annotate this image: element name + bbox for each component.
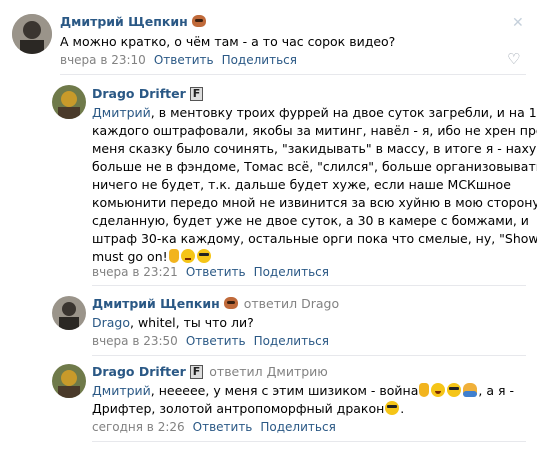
author-name[interactable]: Дмитрий Щепкин [60, 14, 188, 29]
comment-line: сделанную, будет уже не двое суток, а 30… [92, 213, 529, 228]
comment-time[interactable]: сегодня в 2:26 [92, 420, 185, 434]
comment-meta: сегодня в 2:26 Ответить Поделиться [92, 420, 336, 434]
laughing-emoji-icon [431, 383, 446, 397]
hand-emoji-icon [419, 383, 430, 397]
comment-line: каждого оштрафовали, якобы за митинг, на… [92, 123, 537, 138]
smirk-emoji-icon [180, 249, 195, 263]
comment-meta: вчера в 23:10 Ответить Поделиться [60, 53, 297, 67]
share-button[interactable]: Поделиться [254, 334, 329, 348]
divider [92, 441, 526, 442]
comment-line: меня сказку было сочинять, "закидывать" … [92, 141, 537, 156]
author-name[interactable]: Drago Drifter [92, 364, 186, 379]
comment-author[interactable]: Дмитрий Щепкин [60, 14, 206, 29]
comment-line: Дмитрий, в ментовку троих фуррей на двое… [92, 105, 537, 120]
like-icon[interactable]: ♡ [507, 50, 520, 68]
avatar[interactable] [52, 85, 86, 119]
avatar-image [52, 296, 86, 330]
share-button[interactable]: Поделиться [260, 420, 335, 434]
reply-button[interactable]: Ответить [154, 53, 214, 67]
comment-line: комьюнити передо мной не извинится за вс… [92, 195, 537, 210]
author-name[interactable]: Drago Drifter [92, 86, 186, 101]
divider [60, 74, 526, 75]
badge-icon: F [189, 365, 204, 379]
author-name[interactable]: Дмитрий Щепкин [92, 296, 220, 311]
comment-time[interactable]: вчера в 23:10 [60, 53, 146, 67]
share-button[interactable]: Поделиться [254, 265, 329, 279]
comment-text: Дмитрий, неееее, у меня с этим шизиком -… [92, 382, 514, 418]
comment-text: Drago, whitel, ты что ли? [92, 315, 254, 330]
comment-time[interactable]: вчера в 23:50 [92, 334, 178, 348]
mention-link[interactable]: Дмитрий [92, 383, 151, 398]
sunglasses-emoji-icon [196, 249, 211, 263]
avatar-image [52, 85, 86, 119]
reply-button[interactable]: Ответить [186, 265, 246, 279]
divider [92, 355, 526, 356]
replied-to[interactable]: ответил Дмитрию [209, 364, 328, 379]
reply-button[interactable]: Ответить [193, 420, 253, 434]
avatar[interactable] [52, 296, 86, 330]
divider [92, 285, 526, 286]
comment-line: Дмитрий, неееее, у меня с этим шизиком -… [92, 383, 514, 398]
mention-link[interactable]: Drago [92, 315, 130, 330]
comment-text: Дмитрий, в ментовку троих фуррей на двое… [92, 104, 537, 266]
comment-line: Дрифтер, золотой антропоморфный дракон. [92, 401, 405, 416]
share-button[interactable]: Поделиться [222, 53, 297, 67]
reply-button[interactable]: Ответить [186, 334, 246, 348]
avatar-image [52, 364, 86, 398]
replied-to[interactable]: ответил Drago [244, 296, 339, 311]
avatar[interactable] [52, 364, 86, 398]
close-icon[interactable]: ✕ [512, 15, 524, 31]
mention-link[interactable]: Дмитрий [92, 105, 151, 120]
avatar-image [12, 14, 52, 54]
comment-time[interactable]: вчера в 23:21 [92, 265, 178, 279]
comment-author[interactable]: Drago Drifter Fответил Дмитрию [92, 364, 328, 379]
comment-meta: вчера в 23:21 Ответить Поделиться [92, 265, 329, 279]
sunglasses-emoji-icon [385, 401, 400, 415]
comment-line: больше не в фэндоме, Томас всё, "слился"… [92, 159, 537, 174]
comment-line: ничего не будет, т.к. дальше будет хуже,… [92, 177, 511, 192]
sunglasses-emoji-icon [447, 383, 462, 397]
person-emoji-icon [463, 383, 478, 397]
comment-text: А можно кратко, о чём там - а то час сор… [60, 34, 396, 49]
comment-author[interactable]: Дмитрий Щепкин ответил Drago [92, 296, 339, 311]
comment-meta: вчера в 23:50 Ответить Поделиться [92, 334, 329, 348]
comment-author[interactable]: Drago Drifter F [92, 86, 204, 101]
tiger-emoji-icon [191, 15, 206, 27]
comments-thread: Дмитрий Щепкин ✕ А можно кратко, о чём т… [0, 0, 537, 450]
avatar[interactable] [12, 14, 52, 54]
hand-emoji-icon [168, 249, 179, 263]
comment-line: штраф 30-ка каждому, остальные орги пока… [92, 231, 537, 246]
comment-line: must go on! [92, 248, 537, 266]
tiger-emoji-icon [223, 297, 238, 309]
badge-icon: F [189, 87, 204, 101]
